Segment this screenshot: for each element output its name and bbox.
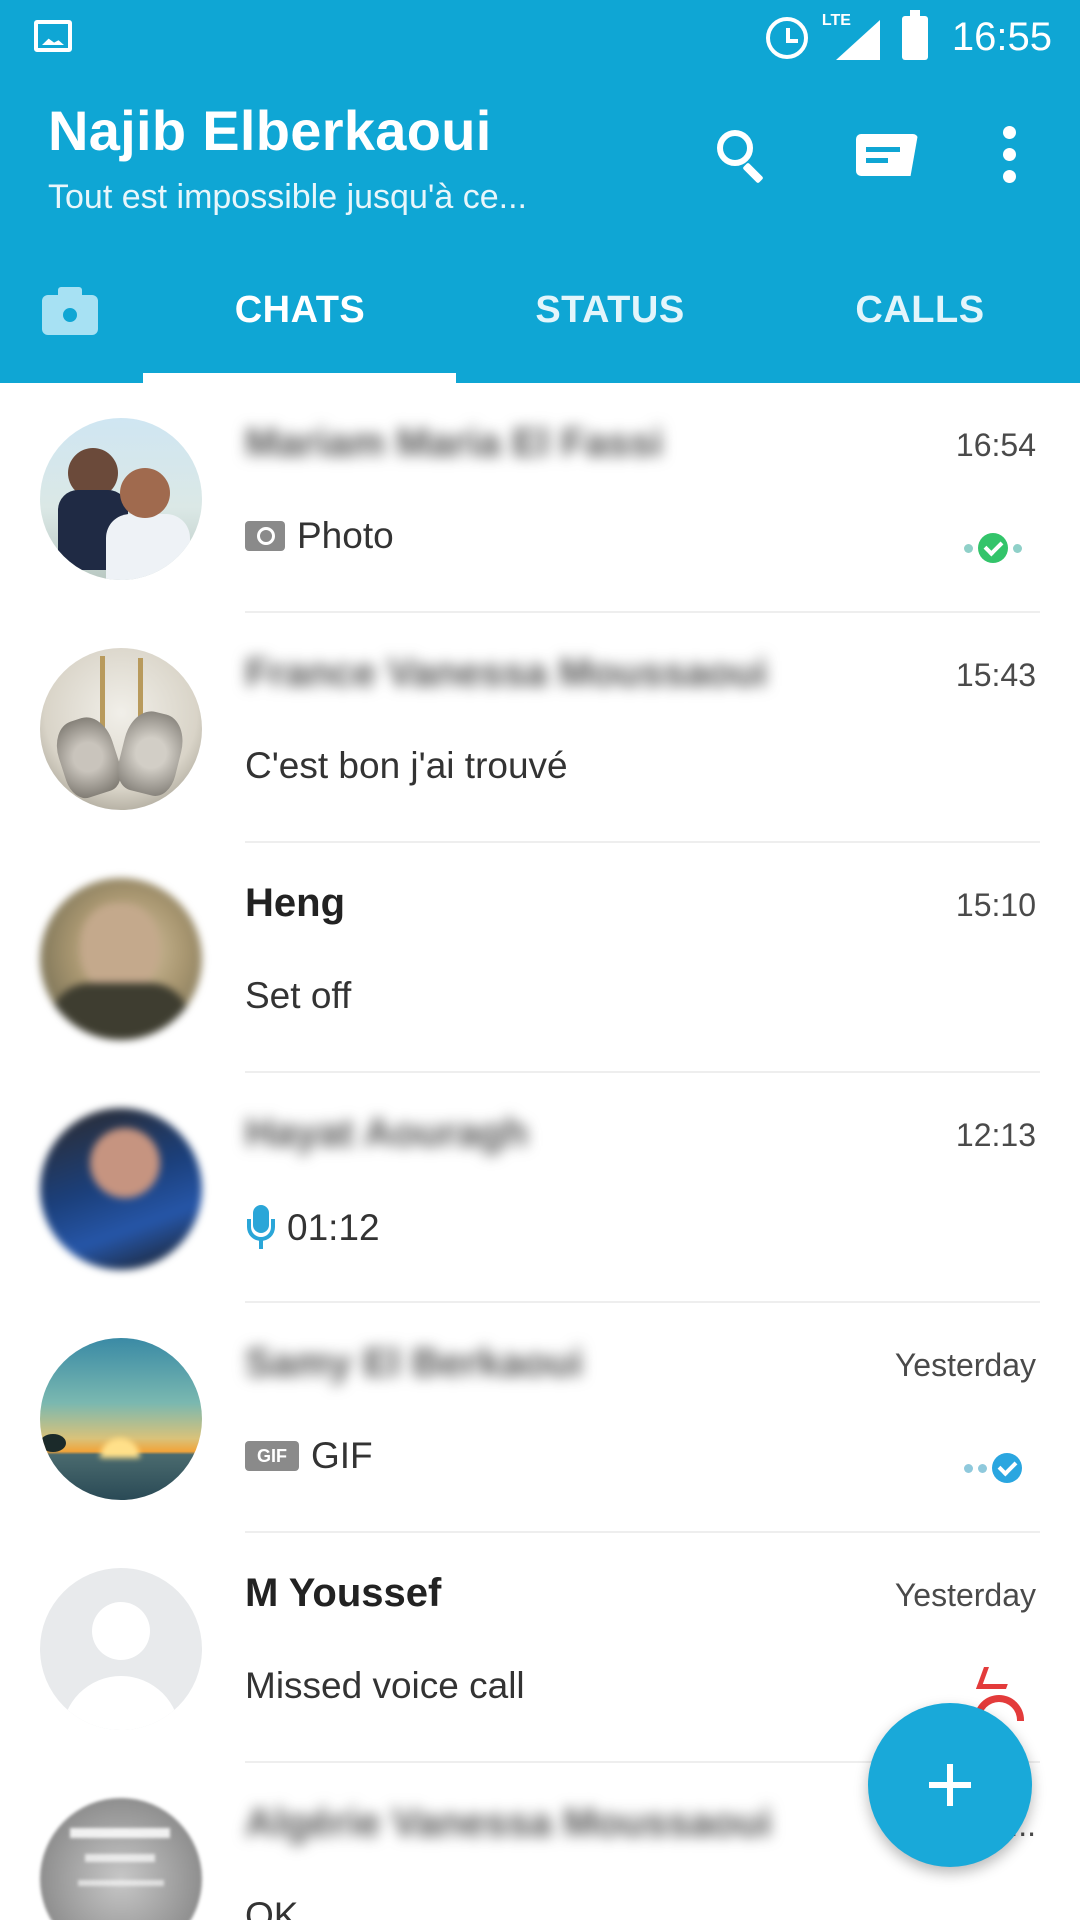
more-options-icon[interactable] — [990, 120, 1030, 190]
chat-row[interactable]: Mariam Maria El Fassi 16:54 Photo — [0, 383, 1080, 613]
camera-icon[interactable] — [42, 285, 102, 337]
chat-preview-text: OK — [245, 1895, 299, 1920]
search-icon[interactable] — [705, 120, 775, 190]
read-receipt-icon — [964, 1453, 1022, 1483]
avatar[interactable] — [40, 1108, 202, 1270]
chat-time: 15:10 — [955, 887, 1036, 923]
chat-preview-text: Missed voice call — [245, 1665, 525, 1706]
new-chat-fab-button[interactable] — [868, 1703, 1032, 1867]
battery-icon — [901, 9, 928, 60]
chat-preview-text: C'est bon j'ai trouvé — [245, 745, 568, 786]
avatar[interactable] — [40, 1568, 202, 1730]
avatar[interactable] — [40, 648, 202, 810]
status-bar-right: LTE 16:55 — [765, 9, 1052, 65]
status-time: 16:55 — [951, 15, 1052, 59]
chat-preview: GIF GIF — [245, 1435, 373, 1477]
chat-name: France Vanessa Moussaoui — [245, 651, 768, 695]
chat-preview: C'est bon j'ai trouvé — [245, 745, 568, 787]
chat-preview-text: Set off — [245, 975, 352, 1016]
avatar[interactable] — [40, 1338, 202, 1500]
chat-row[interactable]: Samy El Berkaoui Yesterday GIF GIF — [0, 1303, 1080, 1533]
chat-preview: Missed voice call — [245, 1665, 525, 1707]
tab-status[interactable]: STATUS — [455, 289, 765, 332]
chat-preview: Set off — [245, 975, 351, 1017]
chat-name: Samy El Berkaoui — [245, 1341, 583, 1385]
mic-icon — [245, 1205, 275, 1251]
avatar[interactable] — [40, 1798, 202, 1920]
chat-time: 16:54 — [955, 427, 1036, 463]
read-receipt-icon — [964, 533, 1022, 563]
tab-calls[interactable]: CALLS — [765, 289, 1075, 332]
page-title[interactable]: Najib Elberkaoui — [48, 98, 492, 163]
chat-row[interactable]: Hayat Aouragh 12:13 01:12 — [0, 1073, 1080, 1303]
chat-preview: Photo — [245, 515, 394, 557]
chat-row[interactable]: Heng 15:10 Set off — [0, 843, 1080, 1073]
photo-icon — [245, 521, 285, 551]
tab-chats[interactable]: CHATS — [145, 289, 455, 332]
chat-name: Heng — [245, 881, 345, 925]
chat-preview: OK — [245, 1895, 298, 1920]
status-bar: LTE 16:55 — [0, 0, 1080, 75]
app-header: LTE 16:55 Najib Elberkaoui Tout est impo… — [0, 0, 1080, 383]
avatar[interactable] — [40, 878, 202, 1040]
chat-preview: 01:12 — [245, 1205, 380, 1251]
tab-indicator — [143, 373, 456, 383]
chat-time: 15:43 — [955, 657, 1036, 693]
image-notification-icon — [34, 20, 72, 52]
chat-time: 12:13 — [955, 1117, 1036, 1153]
chat-name: Algérie Vanessa Moussaoui — [245, 1801, 772, 1845]
signal-icon: LTE — [822, 12, 880, 60]
page-subtitle[interactable]: Tout est impossible jusqu'à ce... — [48, 178, 527, 217]
chat-name: M Youssef — [245, 1571, 442, 1615]
gif-icon: GIF — [245, 1441, 299, 1471]
chat-time: Yesterday — [894, 1577, 1036, 1613]
chat-name: Mariam Maria El Fassi — [245, 421, 663, 465]
new-chat-icon[interactable] — [850, 120, 920, 190]
chat-preview-text: GIF — [311, 1435, 373, 1476]
alarm-icon — [765, 16, 808, 59]
chat-preview-text: 01:12 — [287, 1207, 380, 1248]
chat-row[interactable]: France Vanessa Moussaoui 15:43 C'est bon… — [0, 613, 1080, 843]
avatar[interactable] — [40, 418, 202, 580]
chat-preview-text: Photo — [297, 515, 394, 556]
chat-time: Yesterday — [894, 1347, 1036, 1383]
chat-name: Hayat Aouragh — [245, 1111, 529, 1155]
tab-bar: CHATS STATUS CALLS — [0, 265, 1080, 383]
